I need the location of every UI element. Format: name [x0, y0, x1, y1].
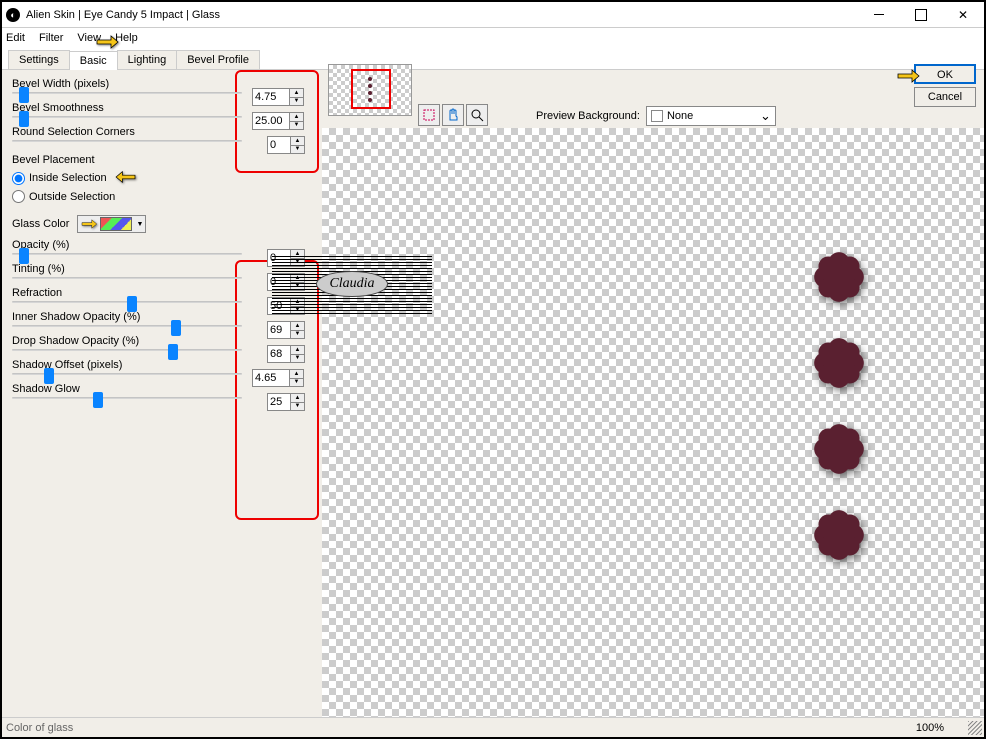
watermark: Claudia [272, 254, 432, 314]
cancel-button[interactable]: Cancel [914, 87, 976, 107]
round-corners-input[interactable] [267, 136, 291, 154]
menu-edit[interactable]: Edit [6, 32, 25, 44]
menu-filter[interactable]: Filter [39, 32, 63, 44]
refraction-control: Refraction ▲▼ [12, 287, 312, 303]
tab-lighting[interactable]: Lighting [117, 50, 178, 69]
glass-color-label: Glass Color [12, 218, 69, 230]
status-text: Color of glass [6, 722, 73, 734]
outside-selection-radio[interactable] [12, 190, 25, 203]
shadow-glow-spinner[interactable]: ▲▼ [291, 393, 305, 411]
pointer-hand-icon [113, 168, 139, 188]
menubar: Edit Filter View Help [2, 28, 984, 48]
hand-tool-button[interactable] [442, 104, 464, 126]
pointer-hand-icon [80, 217, 98, 231]
shadow-glow-slider[interactable] [12, 397, 242, 399]
tab-settings[interactable]: Settings [8, 50, 70, 69]
window-controls [858, 3, 984, 27]
preview-background-label: Preview Background: [536, 110, 640, 122]
titlebar: ◐ Alien Skin | Eye Candy 5 Impact | Glas… [2, 2, 984, 28]
statusbar: Color of glass 100% [2, 717, 984, 737]
inside-selection-label: Inside Selection [29, 172, 107, 184]
tab-basic[interactable]: Basic [69, 51, 118, 70]
bevel-placement-group: Bevel Placement Inside Selection Outside… [12, 154, 312, 203]
watermark-text: Claudia [316, 271, 387, 297]
bevel-placement-label: Bevel Placement [12, 154, 312, 166]
refraction-slider[interactable] [12, 301, 242, 303]
zoom-level: 100% [916, 722, 944, 734]
drop-shadow-control: Drop Shadow Opacity (%) ▲▼ [12, 335, 312, 351]
tabbar: Settings Basic Lighting Bevel Profile [2, 48, 984, 70]
none-swatch-icon [651, 110, 663, 122]
inner-shadow-control: Inner Shadow Opacity (%) ▲▼ [12, 311, 312, 327]
preview-shape [812, 336, 866, 390]
main-area: Bevel Width (pixels) ▲▼ Bevel Smoothness… [2, 70, 984, 717]
shadow-offset-control: Shadow Offset (pixels) ▲▼ [12, 359, 312, 375]
dialog-buttons: OK Cancel [914, 64, 976, 107]
shadow-offset-slider[interactable] [12, 373, 242, 375]
maximize-button[interactable] [900, 3, 942, 27]
resize-grip[interactable] [968, 721, 982, 735]
drop-shadow-slider[interactable] [12, 349, 242, 351]
tinting-slider[interactable] [12, 277, 242, 279]
shadow-glow-control: Shadow Glow ▲▼ [12, 383, 312, 399]
bevel-width-slider[interactable] [12, 92, 242, 94]
preview-background-row: Preview Background: None [536, 106, 776, 126]
window-title: Alien Skin | Eye Candy 5 Impact | Glass [26, 9, 858, 21]
selection-tool-button[interactable] [418, 104, 440, 126]
app-icon: ◐ [6, 8, 20, 22]
opacity-slider[interactable] [12, 253, 242, 255]
preview-shape [812, 422, 866, 476]
minimize-button[interactable] [858, 3, 900, 27]
bevel-width-control: Bevel Width (pixels) ▲▼ [12, 78, 312, 94]
menu-help[interactable]: Help [115, 32, 138, 44]
bevel-smoothness-control: Bevel Smoothness ▲▼ [12, 102, 312, 118]
tab-bevel-profile[interactable]: Bevel Profile [176, 50, 260, 69]
navigator-thumbnail[interactable] [328, 64, 428, 122]
inside-selection-radio[interactable] [12, 172, 25, 185]
preview-panel: Preview Background: None OK Cancel Claud… [322, 70, 984, 717]
preview-background-combo[interactable]: None [646, 106, 776, 126]
zoom-tool-button[interactable] [466, 104, 488, 126]
outside-selection-label: Outside Selection [29, 191, 115, 203]
shadow-glow-input[interactable] [267, 393, 291, 411]
menu-view[interactable]: View [77, 32, 101, 44]
preview-shape [812, 508, 866, 562]
close-button[interactable] [942, 3, 984, 27]
preview-canvas[interactable]: Claudia [322, 128, 984, 717]
color-swatch-icon [100, 217, 132, 231]
tinting-control: Tinting (%) ▲▼ [12, 263, 312, 279]
round-corners-spinner[interactable]: ▲▼ [291, 136, 305, 154]
opacity-control: Opacity (%) ▲▼ [12, 239, 312, 255]
bevel-smoothness-slider[interactable] [12, 116, 242, 118]
glass-color-row: Glass Color [12, 215, 312, 233]
preview-background-value: None [667, 110, 693, 122]
round-corners-slider[interactable] [12, 140, 242, 142]
preview-shape [812, 250, 866, 304]
ok-button[interactable]: OK [914, 64, 976, 84]
preview-toolbar [418, 104, 488, 126]
glass-color-button[interactable] [77, 215, 146, 233]
controls-panel: Bevel Width (pixels) ▲▼ Bevel Smoothness… [2, 70, 322, 717]
inner-shadow-slider[interactable] [12, 325, 242, 327]
round-corners-control: Round Selection Corners ▲▼ [12, 126, 312, 142]
